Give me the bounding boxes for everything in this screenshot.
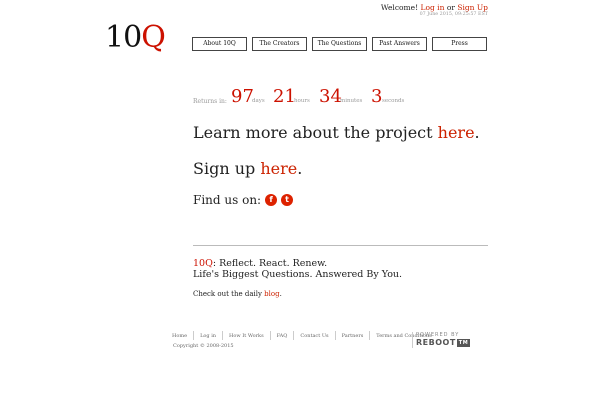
reboot-logo: REBOOT TM: [416, 338, 471, 347]
learn-more-line: Learn more about the project here.: [193, 123, 480, 142]
countdown-days-unit: days: [252, 98, 265, 104]
current-datetime: 07 June 2015, 09:25:57 EST: [419, 12, 488, 17]
welcome-bar: Welcome! Log in or Sign Up: [381, 3, 488, 12]
nav-questions[interactable]: The Questions: [312, 37, 367, 51]
countdown-seconds: 3: [371, 86, 383, 107]
blog-end: .: [279, 290, 282, 298]
footer-link-home[interactable]: Home: [172, 333, 187, 339]
nav-press[interactable]: Press: [432, 37, 487, 51]
or-text: or: [446, 3, 455, 12]
twitter-icon[interactable]: t: [281, 194, 294, 206]
learn-more-text: Learn more about the project: [193, 123, 433, 142]
countdown-seconds-unit: seconds: [382, 98, 405, 104]
learn-more-end: .: [474, 123, 480, 142]
welcome-text: Welcome!: [380, 3, 419, 12]
reboot-logo-text: REBOOT: [416, 338, 456, 347]
site-logo[interactable]: 10Q: [105, 20, 166, 56]
find-us: Find us on: f t: [193, 193, 294, 207]
footer-link-how-it-works[interactable]: How It Works: [229, 333, 264, 339]
footer-separator: [369, 331, 371, 340]
countdown-minutes-unit: minutes: [340, 98, 363, 104]
logo-number: 10: [105, 20, 142, 55]
facebook-icon[interactable]: f: [265, 194, 278, 206]
countdown-label: Returns in:: [193, 98, 227, 105]
nav-about[interactable]: About 10Q: [192, 37, 247, 51]
footer-separator: [193, 331, 195, 340]
footer-separator: [269, 331, 271, 340]
find-us-text: Find us on:: [193, 193, 262, 207]
signup-text: Sign up: [193, 159, 256, 178]
footer-link-partners[interactable]: Partners: [342, 333, 364, 339]
countdown-days: 97: [231, 86, 254, 107]
signup-end: .: [297, 159, 303, 178]
divider: [193, 245, 488, 246]
footer-link-contact[interactable]: Contact Us: [300, 333, 328, 339]
countdown-hours-unit: hours: [294, 98, 310, 104]
nav-creators[interactable]: The Creators: [252, 37, 307, 51]
blog-text: Check out the daily: [193, 290, 262, 298]
tagline-brand: 10Q: [193, 258, 213, 269]
signup-link[interactable]: Sign Up: [457, 3, 488, 12]
logo-letter: Q: [141, 20, 166, 55]
footer-separator: [293, 331, 295, 340]
countdown-minutes: 34: [319, 86, 342, 107]
login-link[interactable]: Log in: [421, 3, 445, 12]
footer-link-login[interactable]: Log in: [200, 333, 216, 339]
nav-past-answers[interactable]: Past Answers: [372, 37, 427, 51]
learn-more-link[interactable]: here: [438, 123, 475, 142]
footer-separator: [222, 331, 224, 340]
countdown-hours: 21: [273, 86, 296, 107]
footer-nav: Home Log in How It Works FAQ Contact Us …: [172, 331, 432, 340]
footer-link-faq[interactable]: FAQ: [277, 333, 288, 339]
blog-link[interactable]: blog: [264, 290, 279, 298]
powered-divider: [412, 332, 413, 348]
copyright: Copyright © 2008-2015: [173, 343, 234, 349]
main-nav: About 10Q The Creators The Questions Pas…: [192, 37, 487, 51]
reboot-logo-box: TM: [456, 338, 471, 347]
footer-separator: [334, 331, 336, 340]
blog-line: Check out the daily blog.: [193, 290, 282, 298]
signup-line: Sign up here.: [193, 159, 302, 178]
powered-by-badge[interactable]: POWERED BY REBOOT TM: [412, 332, 471, 348]
signup-here-link[interactable]: here: [260, 159, 297, 178]
tagline-line1: 10Q: Reflect. React. Renew.: [193, 258, 327, 269]
tagline-line2: Life's Biggest Questions. Answered By Yo…: [193, 269, 403, 280]
tagline-slogan: : Reflect. React. Renew.: [212, 258, 328, 269]
